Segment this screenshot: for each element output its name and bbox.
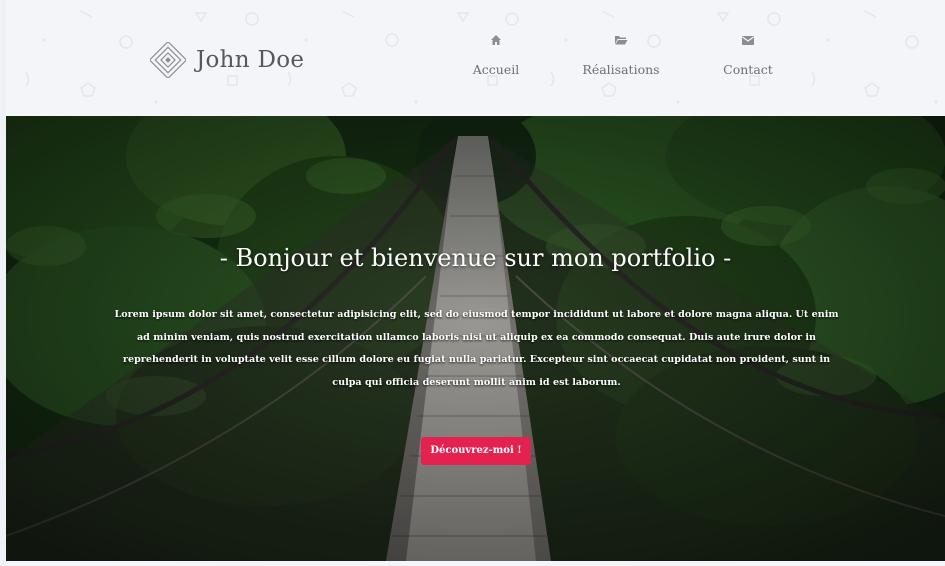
- hero-paragraph: Lorem ipsum dolor sit amet, consectetur …: [114, 309, 839, 388]
- hero-section: - Bonjour et bienvenue sur mon portfolio…: [6, 116, 945, 561]
- diamond-logo-icon: [150, 42, 186, 78]
- bottom-strip: [6, 561, 945, 566]
- site-header: John Doe Accueil Réalisations Contact: [6, 0, 945, 114]
- nav-item-contact[interactable]: Contact: [688, 34, 808, 77]
- envelope-icon: [688, 34, 808, 50]
- nav-item-accueil[interactable]: Accueil: [436, 34, 556, 77]
- folder-icon: [561, 34, 681, 50]
- nav-item-realisations[interactable]: Réalisations: [561, 34, 681, 77]
- nav-label-contact: Contact: [723, 62, 773, 77]
- nav-label-accueil: Accueil: [472, 62, 520, 77]
- page: John Doe Accueil Réalisations Contact - …: [6, 0, 945, 566]
- hero-title: - Bonjour et bienvenue sur mon portfolio…: [219, 244, 732, 272]
- discover-me-button[interactable]: Découvrez-moi !: [421, 437, 531, 465]
- brand[interactable]: John Doe: [150, 40, 304, 80]
- nav-label-realisations: Réalisations: [582, 62, 660, 77]
- brand-name: John Doe: [196, 47, 305, 73]
- home-icon: [436, 34, 556, 50]
